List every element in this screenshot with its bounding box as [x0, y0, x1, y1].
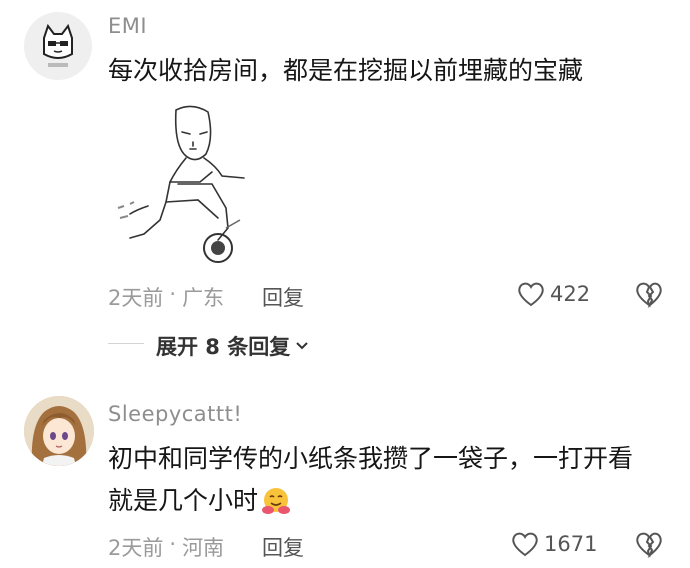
comment-time: 2天前 — [108, 286, 164, 310]
meta-separator: · — [169, 282, 177, 306]
heart-icon — [512, 532, 538, 557]
dislike-button[interactable] — [634, 530, 664, 558]
anime-girl-avatar-icon — [24, 396, 94, 466]
like-button[interactable]: 422 — [516, 280, 590, 308]
sketch-character-on-scooter-icon — [117, 105, 245, 263]
reply-button[interactable]: 回复 — [262, 282, 304, 312]
expand-replies-label: 展开 8 条回复 — [156, 335, 291, 359]
comment-username[interactable]: EMI — [108, 14, 147, 38]
broken-heart-icon — [636, 282, 662, 308]
comment-meta: 2天前 · 广东 — [108, 282, 224, 312]
like-count: 1671 — [544, 532, 598, 556]
comment-image[interactable] — [108, 98, 280, 272]
comment-text: 初中和同学传的小纸条我攒了一袋子，一打开看 — [108, 444, 634, 473]
comment-text-tail: 就是几个小时 — [108, 486, 259, 515]
like-count: 422 — [550, 282, 591, 306]
comment-username[interactable]: Sleepycattt! — [108, 402, 242, 426]
expand-replies-button[interactable]: 展开 8 条回复 — [156, 331, 310, 361]
like-button[interactable]: 1671 — [510, 530, 597, 558]
meta-separator: · — [169, 532, 177, 556]
hugging-face-emoji-icon — [262, 488, 291, 514]
cat-face-avatar-icon — [43, 23, 73, 67]
avatar[interactable] — [24, 12, 92, 80]
dislike-button[interactable] — [634, 280, 664, 308]
comment-location: 广东 — [182, 286, 225, 310]
chevron-down-icon — [296, 342, 308, 350]
broken-heart-icon — [636, 532, 662, 558]
comment-text: 每次收拾房间，都是在挖掘以前埋藏的宝藏 — [108, 56, 584, 85]
comment-meta: 2天前 · 河南 — [108, 532, 224, 562]
comment-time: 2天前 — [108, 536, 164, 560]
reply-button[interactable]: 回复 — [262, 532, 304, 562]
comment-text-line2: 就是几个小时 — [108, 480, 292, 522]
avatar[interactable] — [24, 396, 94, 466]
heart-icon — [518, 282, 544, 307]
divider — [108, 343, 144, 344]
comment-location: 河南 — [182, 536, 225, 560]
